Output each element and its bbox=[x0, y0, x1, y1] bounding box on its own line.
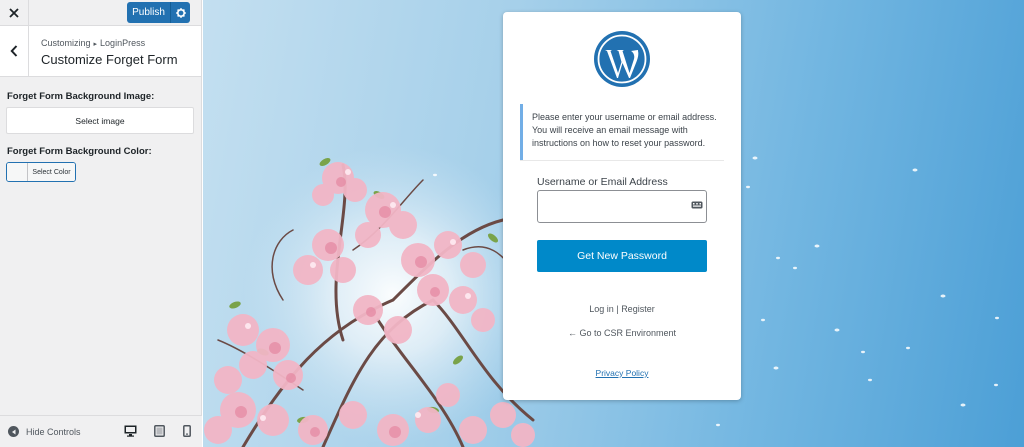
device-tablet-button[interactable] bbox=[152, 424, 166, 438]
desktop-icon bbox=[124, 425, 136, 437]
hide-controls-label: Hide Controls bbox=[26, 426, 81, 437]
customizer-header: Publish bbox=[0, 0, 201, 26]
bg-image-label: Forget Form Background Image: bbox=[7, 91, 155, 102]
section-title: Customize Forget Form bbox=[41, 52, 178, 67]
customizer-sidebar: Publish Customizing ▸ LoginPress Customi… bbox=[0, 0, 202, 447]
wordpress-logo-icon bbox=[594, 31, 650, 87]
login-link[interactable]: Log in bbox=[589, 304, 614, 314]
customizer-footer: Hide Controls bbox=[0, 415, 202, 447]
section-header: Customizing ▸ LoginPress Customize Forget … bbox=[0, 26, 201, 77]
breadcrumb-parent: Customizing bbox=[41, 38, 91, 48]
publish-button[interactable]: Publish bbox=[127, 2, 170, 23]
breadcrumb-arrow-icon: ▸ bbox=[93, 41, 98, 48]
get-new-password-button[interactable]: Get New Password bbox=[537, 240, 707, 272]
gear-icon bbox=[175, 7, 186, 18]
login-register-links: Log in | Register bbox=[503, 304, 741, 314]
breadcrumb: Customizing ▸ LoginPress bbox=[41, 38, 145, 48]
publish-settings-button[interactable] bbox=[170, 2, 190, 23]
select-image-button[interactable]: Select image bbox=[6, 107, 194, 134]
bg-color-label: Forget Form Background Color: bbox=[7, 146, 152, 157]
privacy-policy-link[interactable]: Privacy Policy bbox=[503, 368, 741, 378]
select-color-button[interactable]: Select Color bbox=[6, 162, 76, 182]
link-separator: | bbox=[616, 304, 619, 314]
select-color-label: Select Color bbox=[28, 163, 75, 181]
chevron-left-icon bbox=[10, 45, 18, 57]
color-swatch bbox=[7, 163, 28, 181]
device-mobile-button[interactable] bbox=[180, 424, 194, 438]
lost-password-form: Please enter your username or email addr… bbox=[503, 12, 741, 400]
back-button[interactable] bbox=[0, 26, 29, 76]
register-link[interactable]: Register bbox=[621, 304, 655, 314]
reset-instructions-message: Please enter your username or email addr… bbox=[520, 104, 724, 160]
tablet-icon bbox=[153, 425, 165, 437]
username-email-input[interactable] bbox=[537, 190, 707, 223]
device-desktop-button[interactable] bbox=[123, 424, 137, 438]
breadcrumb-child: LoginPress bbox=[100, 38, 146, 48]
close-icon bbox=[9, 8, 19, 18]
message-divider bbox=[520, 160, 724, 161]
username-field-label: Username or Email Address bbox=[537, 176, 668, 188]
collapse-icon bbox=[8, 426, 19, 437]
customizer-preview: Please enter your username or email addr… bbox=[203, 0, 1024, 447]
close-customizer-button[interactable] bbox=[0, 0, 29, 26]
hide-controls-button[interactable]: Hide Controls bbox=[8, 426, 81, 437]
back-to-site-link[interactable]: ← Go to CSR Environment bbox=[503, 328, 741, 338]
password-manager-icon[interactable] bbox=[691, 199, 703, 211]
mobile-icon bbox=[183, 425, 191, 437]
publish-group: Publish bbox=[127, 2, 190, 23]
